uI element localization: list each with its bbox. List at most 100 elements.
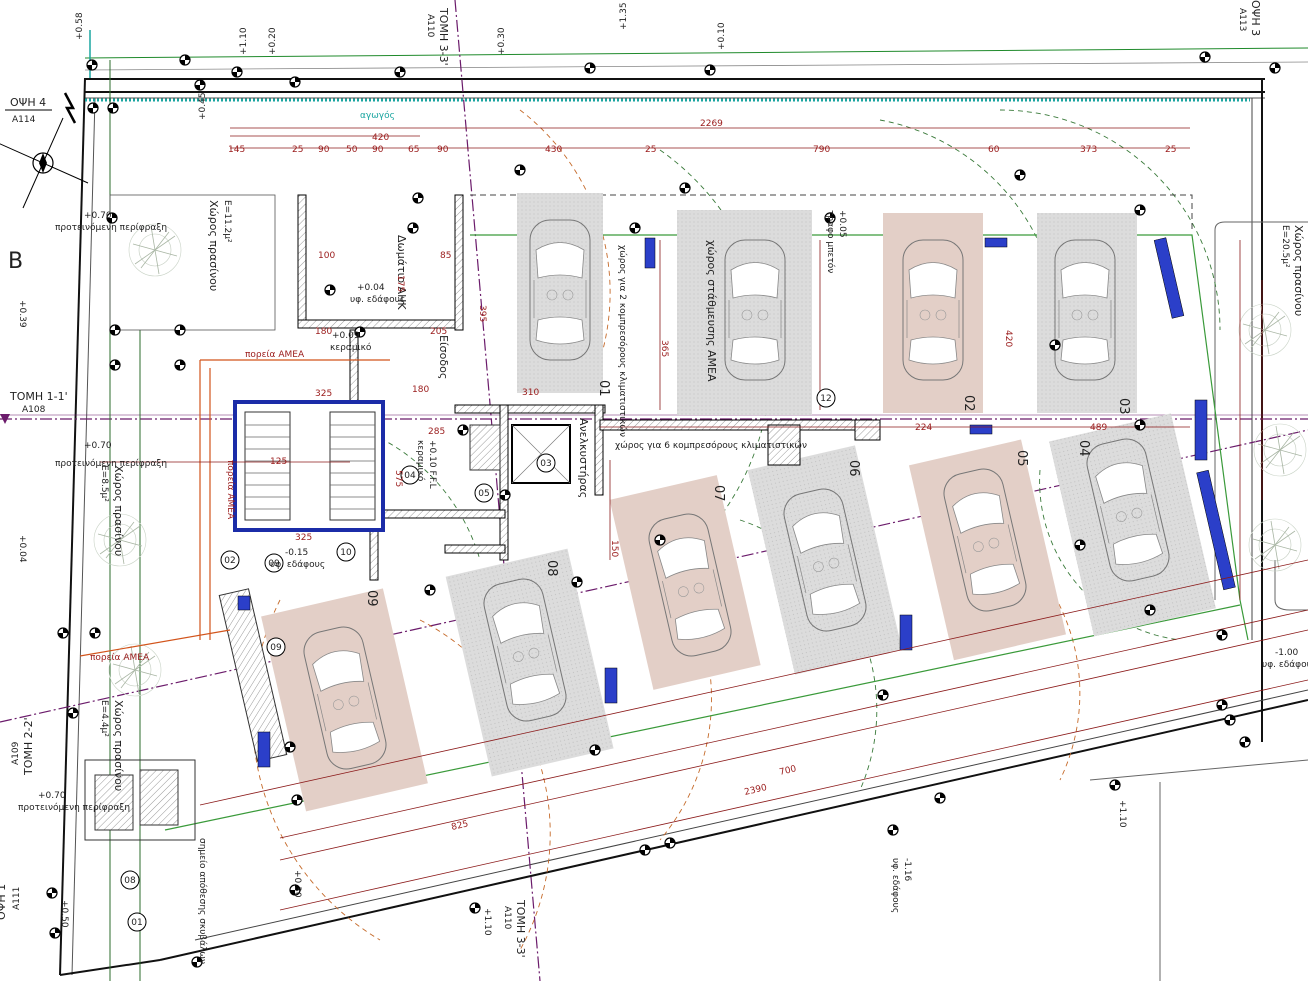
svg-text:τραφο μπετόν: τραφο μπετόν bbox=[825, 210, 836, 273]
svg-text:ΟΨΗ 1: ΟΨΗ 1 bbox=[0, 884, 8, 920]
svg-text:175: 175 bbox=[395, 275, 405, 292]
svg-text:2269: 2269 bbox=[700, 119, 723, 129]
svg-text:Χώρος πρασίνου: Χώρος πρασίνου bbox=[207, 200, 220, 291]
parking-bay-09 bbox=[261, 588, 428, 812]
svg-text:12: 12 bbox=[820, 394, 831, 404]
svg-text:ΤΟΜΗ 3-3': ΤΟΜΗ 3-3' bbox=[514, 899, 527, 958]
svg-text:+1.35: +1.35 bbox=[619, 2, 629, 30]
svg-text:+0.20: +0.20 bbox=[268, 27, 278, 55]
svg-text:180: 180 bbox=[412, 385, 429, 395]
svg-text:145: 145 bbox=[228, 145, 245, 155]
svg-text:08: 08 bbox=[544, 560, 559, 577]
svg-text:205: 205 bbox=[430, 327, 447, 337]
svg-text:100: 100 bbox=[318, 251, 335, 261]
svg-text:+0.70: +0.70 bbox=[84, 441, 112, 451]
parking-bay-04 bbox=[1049, 413, 1216, 637]
svg-text:180: 180 bbox=[315, 327, 332, 337]
svg-text:575: 575 bbox=[393, 470, 403, 487]
svg-text:325: 325 bbox=[315, 389, 332, 399]
svg-text:υφ. εδάφους: υφ. εδάφους bbox=[890, 858, 900, 913]
svg-text:+0.70: +0.70 bbox=[84, 211, 112, 221]
svg-text:χώρος για 6 κομπρεσόρους κλιμα: χώρος για 6 κομπρεσόρους κλιματιστικών bbox=[615, 440, 807, 451]
marker-03: 03 bbox=[536, 453, 556, 473]
svg-text:προτεινόμενη περίφραξη: προτεινόμενη περίφραξη bbox=[18, 802, 130, 813]
svg-text:01: 01 bbox=[131, 918, 142, 928]
tomi2-marker: ΤΟΜΗ 2-2' A109 bbox=[11, 717, 35, 776]
svg-text:+0.50: +0.50 bbox=[59, 900, 69, 928]
svg-text:+0.39: +0.39 bbox=[17, 300, 27, 328]
parking-bay-02 bbox=[883, 213, 983, 413]
marker-10: 10 bbox=[336, 542, 356, 562]
svg-text:ΟΨΗ 4: ΟΨΗ 4 bbox=[10, 96, 46, 109]
svg-text:πορεία ΑΜΕΑ: πορεία ΑΜΕΑ bbox=[225, 460, 235, 520]
svg-text:790: 790 bbox=[813, 145, 830, 155]
svg-text:ΤΟΜΗ 3-3': ΤΟΜΗ 3-3' bbox=[437, 7, 450, 66]
svg-text:-1.16: -1.16 bbox=[902, 858, 912, 882]
svg-text:κεραμικό: κεραμικό bbox=[330, 342, 372, 353]
svg-text:+0.09: +0.09 bbox=[332, 331, 360, 341]
svg-text:E=4.4μ²: E=4.4μ² bbox=[99, 700, 109, 737]
parking-bay-07 bbox=[609, 475, 761, 690]
svg-text:373: 373 bbox=[1080, 145, 1097, 155]
svg-text:Ανελκυστήρας: Ανελκυστήρας bbox=[577, 418, 590, 498]
svg-text:06: 06 bbox=[846, 460, 861, 477]
svg-text:05: 05 bbox=[1014, 450, 1029, 467]
svg-text:E=8.5μ²: E=8.5μ² bbox=[99, 465, 109, 502]
svg-text:90: 90 bbox=[372, 145, 384, 155]
svg-text:08: 08 bbox=[124, 876, 136, 886]
svg-text:85: 85 bbox=[440, 251, 451, 261]
svg-text:04: 04 bbox=[1076, 440, 1091, 457]
svg-text:A108: A108 bbox=[22, 405, 46, 415]
svg-text:420: 420 bbox=[372, 133, 389, 143]
svg-text:υφ. εδάφους: υφ. εδάφους bbox=[350, 295, 405, 305]
svg-text:+0.45: +0.45 bbox=[198, 92, 208, 120]
parking-bay-05 bbox=[908, 439, 1067, 661]
parking-bay-01 bbox=[517, 193, 603, 393]
svg-text:E=11.2μ²: E=11.2μ² bbox=[222, 200, 232, 243]
svg-text:ΟΨΗ 3: ΟΨΗ 3 bbox=[1249, 0, 1262, 36]
svg-text:489: 489 bbox=[1090, 423, 1107, 433]
marker-02: 02 bbox=[220, 550, 240, 570]
svg-text:+0.70: +0.70 bbox=[38, 791, 66, 801]
svg-text:05: 05 bbox=[478, 489, 489, 499]
svg-text:E=20.5μ²: E=20.5μ² bbox=[1280, 225, 1290, 268]
svg-text:A114: A114 bbox=[12, 115, 36, 125]
svg-text:Χώρος πρασίνου: Χώρος πρασίνου bbox=[1292, 225, 1305, 316]
b-letter: B bbox=[8, 249, 23, 274]
svg-text:285: 285 bbox=[428, 427, 445, 437]
svg-text:25: 25 bbox=[1165, 145, 1176, 155]
svg-text:65: 65 bbox=[408, 145, 419, 155]
svg-text:A110: A110 bbox=[502, 906, 512, 930]
svg-text:+1.10: +1.10 bbox=[239, 27, 249, 55]
marker-12: 12 bbox=[816, 388, 836, 408]
svg-text:01: 01 bbox=[596, 380, 611, 397]
svg-text:150: 150 bbox=[609, 540, 619, 557]
svg-text:+0.58: +0.58 bbox=[75, 12, 85, 40]
svg-text:+0.10: +0.10 bbox=[717, 22, 727, 50]
svg-text:25: 25 bbox=[292, 145, 303, 155]
svg-text:Είσοδος: Είσοδος bbox=[437, 335, 450, 379]
svg-text:A111: A111 bbox=[12, 887, 22, 910]
svg-text:+1.10: +1.10 bbox=[1117, 800, 1127, 828]
svg-text:60: 60 bbox=[988, 145, 1000, 155]
tomi3-bottom-marker: ΤΟΜΗ 3-3' A110 bbox=[502, 899, 527, 958]
svg-text:+0.04: +0.04 bbox=[357, 283, 385, 293]
svg-text:395: 395 bbox=[477, 305, 487, 322]
svg-text:Χώρος πρασίνου: Χώρος πρασίνου bbox=[112, 465, 125, 556]
svg-text:310: 310 bbox=[522, 388, 539, 398]
svg-text:90: 90 bbox=[318, 145, 330, 155]
svg-text:420: 420 bbox=[1003, 330, 1013, 347]
svg-text:-1.00: -1.00 bbox=[1275, 648, 1299, 658]
tomi3-top-marker: ΤΟΜΗ 3-3' A110 bbox=[425, 7, 450, 66]
svg-text:25: 25 bbox=[645, 145, 656, 155]
svg-text:αγωγός: αγωγός bbox=[360, 110, 395, 121]
opsi3-marker: ΟΨΗ 3 A113 bbox=[1237, 0, 1262, 36]
architectural-site-plan: 12 04 03 05 10 09 09 02 01 08 ΟΨΗ 4 A114… bbox=[0, 0, 1308, 981]
svg-text:πορεία ΑΜΕΑ: πορεία ΑΜΕΑ bbox=[90, 653, 150, 663]
marker-05: 05 bbox=[474, 483, 494, 503]
elevator-shaft bbox=[469, 424, 571, 484]
parking-bay-disabled bbox=[677, 210, 812, 415]
parking-bay-08 bbox=[445, 548, 614, 777]
svg-text:325: 325 bbox=[295, 533, 312, 543]
svg-text:-0.15: -0.15 bbox=[285, 548, 308, 558]
